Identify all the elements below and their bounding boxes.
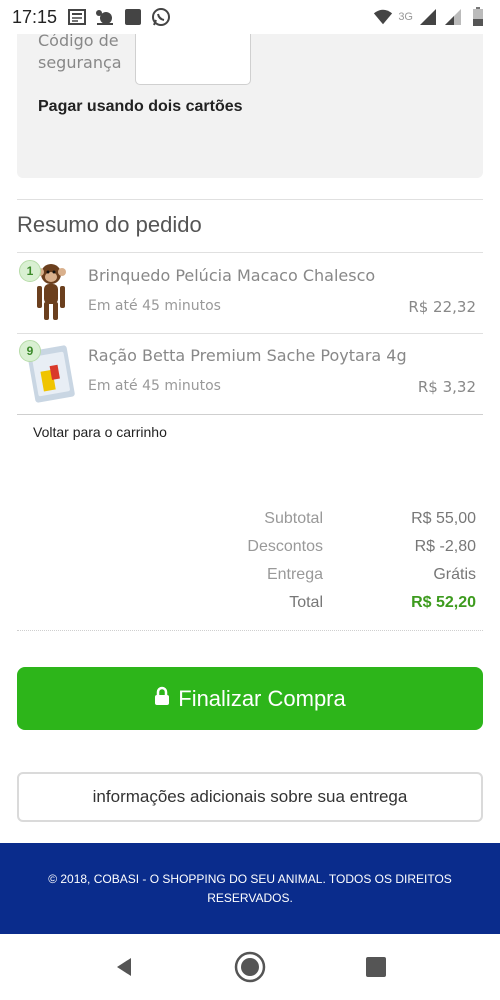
divider — [17, 252, 483, 253]
network-type: 3G — [398, 11, 413, 23]
back-to-cart-link[interactable]: Voltar para o carrinho — [33, 424, 167, 440]
item-eta: Em até 45 minutos — [88, 378, 221, 394]
total-value: R$ 52,20 — [411, 594, 476, 611]
discount-value: R$ -2,80 — [414, 538, 476, 555]
divider — [17, 199, 483, 200]
discount-label: Descontos — [247, 538, 323, 555]
status-time: 17:15 — [12, 6, 58, 27]
signal-icon — [418, 7, 438, 27]
news-icon — [67, 7, 87, 27]
item-price: R$ 3,32 — [417, 378, 476, 396]
total-row: Total R$ 52,20 — [17, 594, 483, 622]
delivery-info-button[interactable]: informações adicionais sobre sua entrega — [17, 772, 483, 822]
delivery-label: Entrega — [266, 566, 323, 583]
finish-purchase-button[interactable]: Finalizar Compra — [17, 667, 483, 730]
security-code-input[interactable] — [135, 28, 251, 85]
quantity-badge: 1 — [19, 260, 41, 282]
subtotal-value: R$ 55,00 — [411, 510, 476, 527]
subtotal-label: Subtotal — [264, 510, 323, 527]
order-totals: Subtotal R$ 55,00 Descontos R$ -2,80 Ent… — [17, 510, 483, 622]
footer: © 2018, COBASI - O SHOPPING DO SEU ANIMA… — [0, 843, 500, 934]
copyright-text: © 2018, COBASI - O SHOPPING DO SEU ANIMA… — [48, 871, 452, 905]
pay-two-cards-link[interactable]: Pagar usando dois cartões — [38, 98, 243, 116]
divider — [17, 630, 483, 631]
back-icon[interactable] — [106, 949, 142, 985]
delivery-value: Grátis — [433, 566, 476, 583]
recents-icon[interactable] — [358, 949, 394, 985]
status-bar: 17:15 3G — [0, 0, 500, 34]
alarm-icon — [95, 7, 115, 27]
divider — [17, 414, 483, 415]
wifi-icon — [373, 7, 393, 27]
subtotal-row: Subtotal R$ 55,00 — [17, 510, 483, 538]
item-name: Ração Betta Premium Sache Poytara 4g — [88, 346, 407, 365]
order-summary-title: Resumo do pedido — [17, 212, 202, 237]
delivery-row: Entrega Grátis — [17, 566, 483, 594]
list-item[interactable]: 9 Ração Betta Premium Sache Poytara 4g E… — [17, 334, 483, 414]
security-code-label: Código de segurança — [38, 31, 122, 72]
item-name: Brinquedo Pelúcia Macaco Chalesco — [88, 266, 376, 285]
discount-row: Descontos R$ -2,80 — [17, 538, 483, 566]
item-price: R$ 22,32 — [408, 298, 476, 316]
item-eta: Em até 45 minutos — [88, 298, 221, 314]
list-item[interactable]: 1 Brinquedo Pelúcia Macaco Chalesco Em a… — [17, 254, 483, 334]
whatsapp-icon — [151, 7, 171, 27]
signal-icon — [443, 7, 463, 27]
finish-purchase-label: Finalizar Compra — [178, 685, 346, 711]
total-label: Total — [289, 594, 323, 611]
quantity-badge: 9 — [19, 340, 41, 362]
home-icon[interactable] — [232, 949, 268, 985]
battery-icon — [468, 7, 488, 27]
lock-icon — [154, 686, 170, 712]
android-nav-bar — [0, 934, 500, 1000]
app-square-icon — [123, 7, 143, 27]
